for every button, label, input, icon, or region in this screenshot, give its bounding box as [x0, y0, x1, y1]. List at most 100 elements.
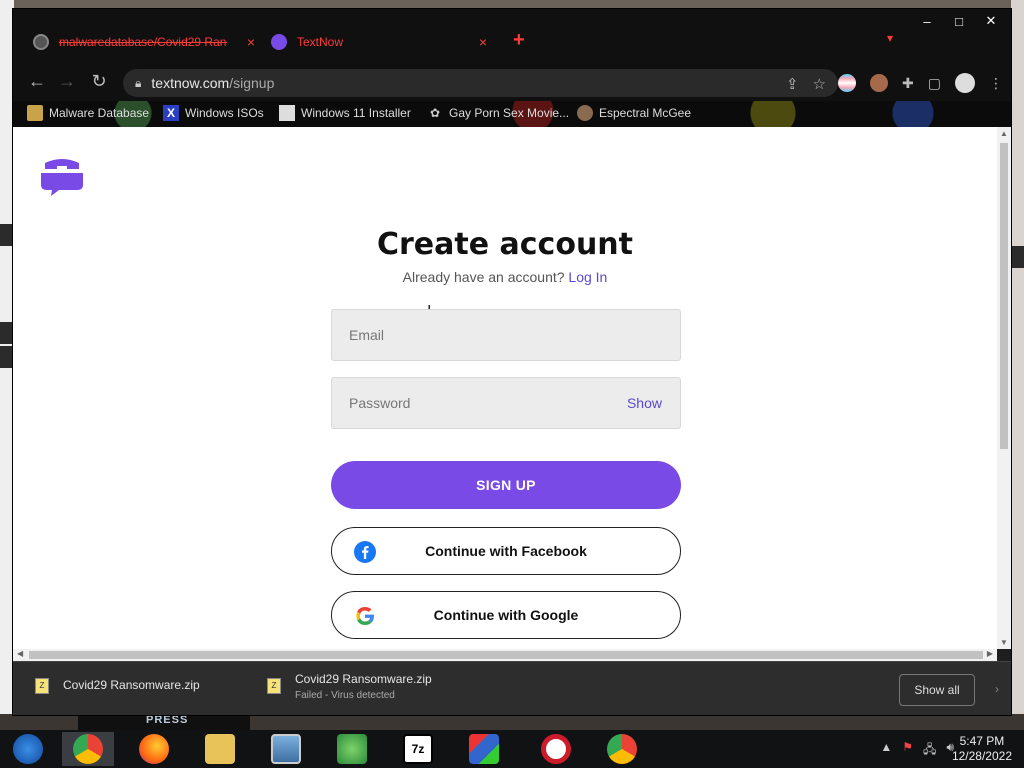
back-arrow-icon[interactable]: ← — [25, 71, 49, 92]
extensions-puzzle-icon[interactable]: ✚ — [902, 75, 914, 92]
bookmark-windows-isos[interactable]: X Windows ISOs — [163, 105, 264, 121]
textnow-logo-icon[interactable] — [39, 157, 85, 197]
taskbar-7zip[interactable]: 7z — [392, 732, 444, 766]
download-item[interactable]: Z Covid29 Ransomware.zip Failed - Virus … — [267, 672, 432, 701]
taskbar-paint[interactable] — [458, 732, 510, 766]
google-icon — [356, 607, 374, 625]
download-item[interactable]: Z Covid29 Ransomware.zip — [35, 672, 200, 694]
new-tab-button[interactable]: + — [513, 29, 525, 52]
bookmark-site[interactable]: ✿ Gay Porn Sex Movie... — [427, 105, 569, 121]
facebook-button-label: Continue with Facebook — [425, 543, 587, 559]
tab-textnow[interactable]: TextNow × — [271, 27, 493, 57]
signup-page: Create account Already have an account? … — [13, 127, 997, 649]
google-button[interactable]: Continue with Google — [331, 591, 681, 639]
bookmarks-bar: Malware Database X Windows ISOs Windows … — [13, 101, 1011, 127]
bookmark-malware-database[interactable]: Malware Database — [27, 105, 149, 121]
flag-extension-icon[interactable] — [838, 74, 857, 92]
taskbar-photo-viewer[interactable] — [260, 732, 312, 766]
download-status: Failed - Virus detected — [295, 690, 395, 701]
maximize-button[interactable]: □ — [943, 11, 975, 31]
tab-search-icon[interactable]: ▾ — [887, 31, 893, 45]
bookmark-windows-11-installer[interactable]: Windows 11 Installer — [279, 105, 411, 121]
paint-icon — [469, 734, 499, 764]
tray-expand-icon[interactable]: ▲ — [880, 740, 892, 761]
horizontal-scroll-thumb[interactable] — [29, 651, 983, 659]
download-filename: Covid29 Ransomware.zip — [295, 672, 432, 686]
taskbar-opera[interactable] — [530, 732, 582, 766]
textnow-favicon-icon — [271, 34, 287, 50]
start-button[interactable] — [2, 732, 54, 766]
browser-toolbar: ← → ↻ 🔒︎ textnow.com /signup ⇪ ☆ ✚ ▢ ⋮ — [13, 65, 1011, 101]
facebook-button[interactable]: Continue with Facebook — [331, 527, 681, 575]
folder-icon — [205, 734, 235, 764]
taskbar-chrome-2[interactable] — [596, 732, 648, 766]
horizontal-scrollbar[interactable]: ◀ ▶ — [13, 649, 997, 661]
profile-avatar-icon[interactable] — [955, 73, 975, 93]
side-panel-icon[interactable]: ▢ — [928, 75, 941, 92]
password-field-container: Show — [331, 377, 681, 429]
tab-close-icon[interactable]: × — [247, 34, 255, 50]
close-downloads-icon[interactable]: › — [995, 682, 999, 696]
download-filename: Covid29 Ransomware.zip — [63, 678, 200, 692]
tab-label: malwaredatabase/Covid29 Ransomware — [59, 35, 227, 49]
network-tray-icon[interactable]: 🖧︎ — [923, 740, 936, 761]
taskbar: 7z ▲ ⚑ 🖧︎ 🔊︎ 5:47 PM 12/28/2022 — [0, 730, 1024, 768]
scroll-left-icon[interactable]: ◀ — [17, 649, 23, 658]
show-password-toggle[interactable]: Show — [627, 395, 662, 411]
close-window-button[interactable]: ✕ — [975, 11, 1007, 31]
menu-kebab-icon[interactable]: ⋮ — [989, 75, 1003, 92]
desktop-bottom-strip: PRESS — [0, 714, 1024, 730]
login-prompt: Already have an account? Log In — [13, 269, 997, 285]
taskbar-firefox[interactable] — [128, 732, 180, 766]
system-clock[interactable]: 5:47 PM 12/28/2022 — [952, 734, 1012, 764]
sign-up-button[interactable]: SIGN UP — [331, 461, 681, 509]
scroll-up-icon[interactable]: ▲ — [1000, 129, 1008, 138]
start-orb-icon — [13, 734, 43, 764]
zip-file-icon: Z — [35, 678, 49, 694]
site-icon: ✿ — [429, 106, 441, 120]
forward-arrow-icon[interactable]: → — [55, 71, 79, 92]
share-icon[interactable]: ⇪ — [786, 75, 799, 93]
person-icon — [577, 105, 593, 121]
bookmark-label: Gay Porn Sex Movie... — [449, 106, 570, 120]
press-banner: PRESS — [78, 714, 250, 730]
taskbar-file-explorer[interactable] — [194, 732, 246, 766]
7zip-icon: 7z — [403, 734, 433, 764]
action-center-flag-icon[interactable]: ⚑ — [902, 740, 913, 761]
tab-label: TextNow — [297, 35, 344, 49]
background-window-bar — [1011, 246, 1024, 268]
page-icon — [279, 105, 295, 121]
folder-icon — [27, 105, 43, 121]
profile-extension-icon[interactable] — [870, 74, 889, 92]
bookmark-label: Espectral McGee — [599, 106, 692, 120]
login-prompt-text: Already have an account? — [402, 269, 565, 285]
bookmark-label: Windows 11 Installer — [301, 106, 411, 120]
chrome-icon — [607, 734, 637, 764]
vertical-scroll-thumb[interactable] — [1000, 143, 1008, 449]
email-field-container — [331, 309, 681, 361]
scroll-right-icon[interactable]: ▶ — [987, 649, 993, 658]
address-path: /signup — [229, 75, 275, 91]
show-all-downloads-button[interactable]: Show all — [899, 674, 975, 706]
email-field[interactable] — [332, 310, 680, 360]
bookmark-star-icon[interactable]: ☆ — [813, 75, 826, 93]
github-icon — [33, 34, 49, 50]
browser-window: malwaredatabase/Covid29 Ransomware × Tex… — [12, 8, 1012, 716]
minimize-button[interactable]: – — [911, 11, 943, 31]
tab-close-icon[interactable]: × — [479, 34, 487, 50]
bookmark-espectral-mcgee[interactable]: Espectral McGee — [577, 105, 691, 121]
vertical-scrollbar[interactable]: ▲ ▼ — [997, 127, 1011, 649]
network-icon — [337, 734, 367, 764]
scroll-down-icon[interactable]: ▼ — [1000, 638, 1008, 647]
bookmark-label: Windows ISOs — [185, 106, 264, 120]
chrome-icon — [73, 734, 103, 764]
address-bar[interactable]: 🔒︎ textnow.com /signup ⇪ ☆ — [123, 69, 838, 97]
login-link[interactable]: Log In — [568, 269, 607, 285]
taskbar-chrome[interactable] — [62, 732, 114, 766]
facebook-icon — [354, 541, 376, 563]
tab-malwaredatabase[interactable]: malwaredatabase/Covid29 Ransomware × — [33, 27, 261, 57]
taskbar-network[interactable] — [326, 732, 378, 766]
bookmark-label: Malware Database — [49, 106, 150, 120]
address-domain: textnow.com — [151, 75, 230, 91]
reload-icon[interactable]: ↻ — [87, 71, 111, 92]
